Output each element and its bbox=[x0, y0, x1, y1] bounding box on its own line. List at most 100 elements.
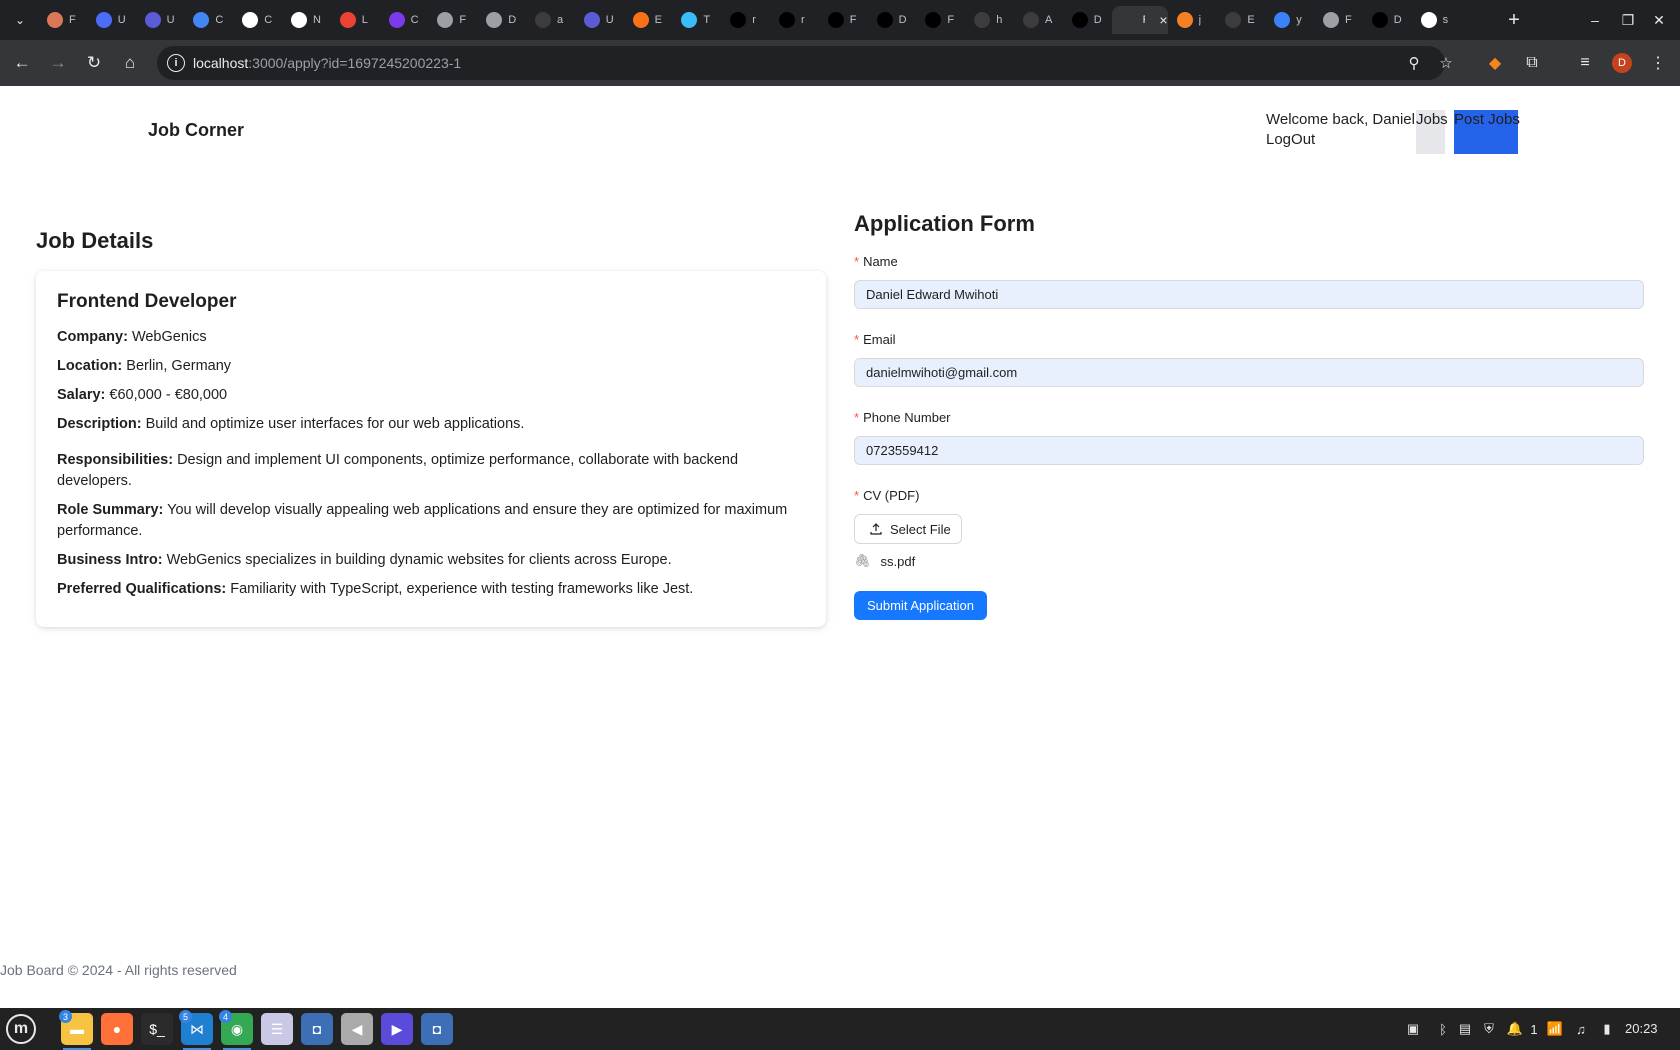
job-business-intro-label: Business Intro: bbox=[57, 552, 163, 568]
browser-tab[interactable]: E bbox=[1216, 6, 1264, 34]
email-input[interactable]: danielmwihoti@gmail.com bbox=[854, 358, 1644, 387]
zoom-icon[interactable]: ⚲ bbox=[1404, 53, 1424, 73]
url-host: localhost bbox=[193, 55, 249, 71]
browser-tab[interactable]: C bbox=[233, 6, 281, 34]
taskbar-app-files[interactable]: ▬ 3 bbox=[59, 1010, 93, 1050]
close-tab-icon[interactable]: × bbox=[1159, 12, 1167, 28]
select-file-button[interactable]: Select File bbox=[854, 514, 962, 544]
taskbar-app-text-editor[interactable]: ☰ bbox=[261, 1013, 293, 1045]
browser-tab[interactable]: r bbox=[770, 6, 818, 34]
browser-tab[interactable]: U bbox=[87, 6, 135, 34]
browser-tab[interactable]: j bbox=[1168, 6, 1216, 34]
list-icon bbox=[388, 12, 405, 28]
tab-title: C bbox=[264, 14, 273, 26]
shield-icon[interactable]: ⛨ bbox=[1480, 1020, 1498, 1038]
browser-tab[interactable]: D bbox=[868, 6, 916, 34]
browser-tab[interactable]: U bbox=[136, 6, 184, 34]
taskbar-app-terminal[interactable]: $_ bbox=[141, 1013, 173, 1045]
browser-tab[interactable]: r bbox=[721, 6, 769, 34]
start-menu-button[interactable]: m bbox=[6, 1014, 36, 1044]
browser-tab[interactable]: F bbox=[428, 6, 476, 34]
tab-title: F bbox=[1345, 14, 1352, 26]
close-window-button[interactable]: ✕ bbox=[1647, 8, 1671, 32]
tab-title: r bbox=[752, 14, 756, 26]
browser-tab[interactable]: D bbox=[1363, 6, 1411, 34]
taskbar-app-firefox[interactable]: ● bbox=[101, 1013, 133, 1045]
browser-tab[interactable]: T bbox=[672, 6, 720, 34]
tab-title: U bbox=[166, 14, 175, 26]
wifi-icon[interactable]: 📶 bbox=[1546, 1020, 1564, 1038]
browser-tab[interactable]: D bbox=[477, 6, 525, 34]
job-company-value: WebGenics bbox=[131, 329, 207, 345]
metamask-extension-icon[interactable]: ◆ bbox=[1483, 51, 1507, 75]
bluetooth-icon[interactable]: ᛒ bbox=[1434, 1020, 1452, 1038]
os-taskbar: m ▬ 3 ● $_ ⋈ 5 ◉ 4 ☰ ◘ ◀ ▶ ◘ ▣ ᛒ ▤ ⛨ 🔔 1 📶 ♫ ▮ 20:23 bbox=[0, 1008, 1680, 1050]
phone-input[interactable]: 0723559412 bbox=[854, 436, 1644, 465]
nav-post-jobs-link[interactable]: Post Jobs bbox=[1454, 110, 1520, 154]
site-brand[interactable]: Job Corner bbox=[148, 120, 244, 141]
browser-tab[interactable]: L bbox=[331, 6, 379, 34]
browser-tab[interactable]: D bbox=[1063, 6, 1111, 34]
minimize-button[interactable]: – bbox=[1583, 8, 1607, 32]
workspace-count[interactable]: 1 bbox=[1525, 1020, 1543, 1038]
submit-application-button[interactable]: Submit Application bbox=[854, 591, 987, 620]
forward-button[interactable]: → bbox=[46, 51, 70, 75]
volume-icon[interactable]: ♫ bbox=[1572, 1020, 1590, 1038]
browser-tab[interactable]: C bbox=[184, 6, 232, 34]
tab-title: F bbox=[459, 14, 467, 26]
taskbar-app-screenshot[interactable]: ◘ bbox=[301, 1013, 333, 1045]
browser-tab[interactable]: A bbox=[1014, 6, 1062, 34]
taskbar-app-media-player[interactable]: ▶ bbox=[381, 1013, 413, 1045]
clock[interactable]: 20:23 bbox=[1625, 1021, 1658, 1036]
back-button[interactable]: ← bbox=[10, 51, 34, 75]
browser-tab[interactable]: U bbox=[575, 6, 623, 34]
speaker-icon: ◀ bbox=[351, 1020, 363, 1037]
tab-search-button[interactable]: ⌄ bbox=[8, 8, 32, 32]
tab-title: E bbox=[654, 14, 662, 26]
stripe-icon bbox=[1420, 12, 1437, 28]
clipboard-icon[interactable]: ▤ bbox=[1456, 1020, 1474, 1038]
browser-tab[interactable]: N bbox=[282, 6, 330, 34]
browser-tab[interactable]: h bbox=[965, 6, 1013, 34]
nav-jobs-link[interactable]: Jobs bbox=[1416, 110, 1448, 154]
battery-icon[interactable]: ▮ bbox=[1598, 1020, 1616, 1038]
bookmark-star-icon[interactable]: ☆ bbox=[1436, 53, 1456, 73]
address-bar[interactable]: i localhost:3000/apply?id=1697245200223-… bbox=[157, 46, 1453, 80]
taskbar-app-chrome[interactable]: ◉ 4 bbox=[219, 1010, 253, 1050]
uploaded-file-item[interactable]: 🖇 ss.pdf bbox=[854, 551, 915, 571]
firefox-icon: ● bbox=[112, 1021, 122, 1037]
new-tab-button[interactable]: + bbox=[1502, 8, 1526, 32]
logout-link[interactable]: LogOut bbox=[1266, 130, 1315, 150]
browser-tab[interactable]: E bbox=[624, 6, 672, 34]
screenshot-tray-icon[interactable]: ▣ bbox=[1404, 1020, 1422, 1038]
browser-tab[interactable]: a bbox=[526, 6, 574, 34]
maximize-button[interactable]: ❐ bbox=[1616, 8, 1640, 32]
url-text[interactable]: localhost:3000/apply?id=1697245200223-1 bbox=[193, 55, 461, 71]
site-info-icon[interactable]: i bbox=[167, 54, 185, 72]
browser-tab[interactable]: C bbox=[380, 6, 428, 34]
browser-tab[interactable]: F bbox=[38, 6, 86, 34]
job-salary: Salary: €60,000 - €80,000 bbox=[57, 385, 802, 406]
browser-tab[interactable]: F bbox=[819, 6, 867, 34]
taskbar-app-sound[interactable]: ◀ bbox=[341, 1013, 373, 1045]
browser-tab[interactable]: F bbox=[1314, 6, 1362, 34]
openai-icon bbox=[291, 12, 307, 28]
window-count-badge: 3 bbox=[59, 1010, 72, 1023]
notifications-icon[interactable]: 🔔 bbox=[1506, 1020, 1524, 1038]
media-controls-icon[interactable]: ≡ bbox=[1573, 51, 1597, 75]
taskbar-app-screenshot-2[interactable]: ◘ bbox=[421, 1013, 453, 1045]
reload-button[interactable]: ↻ bbox=[82, 51, 106, 75]
tab-title: F bbox=[69, 14, 76, 26]
profile-avatar[interactable]: D bbox=[1612, 53, 1632, 73]
browser-tab[interactable]: F× bbox=[1111, 6, 1168, 34]
browser-tab[interactable]: s bbox=[1412, 6, 1460, 34]
browser-tab[interactable]: y bbox=[1265, 6, 1313, 34]
name-input[interactable]: Daniel Edward Mwihoti bbox=[854, 280, 1644, 309]
browser-tab[interactable]: F bbox=[916, 6, 964, 34]
browser-tab-strip: ⌄ FUUCCNLCFDaUETrrFDFhADF×jEyFDs + – ❐ ✕ bbox=[0, 0, 1680, 40]
job-details-heading: Job Details bbox=[36, 228, 154, 253]
taskbar-app-vscode[interactable]: ⋈ 5 bbox=[179, 1010, 213, 1050]
home-button[interactable]: ⌂ bbox=[118, 51, 142, 75]
extensions-puzzle-icon[interactable]: ⧉ bbox=[1520, 51, 1544, 75]
browser-menu-icon[interactable]: ⋮ bbox=[1646, 51, 1670, 75]
